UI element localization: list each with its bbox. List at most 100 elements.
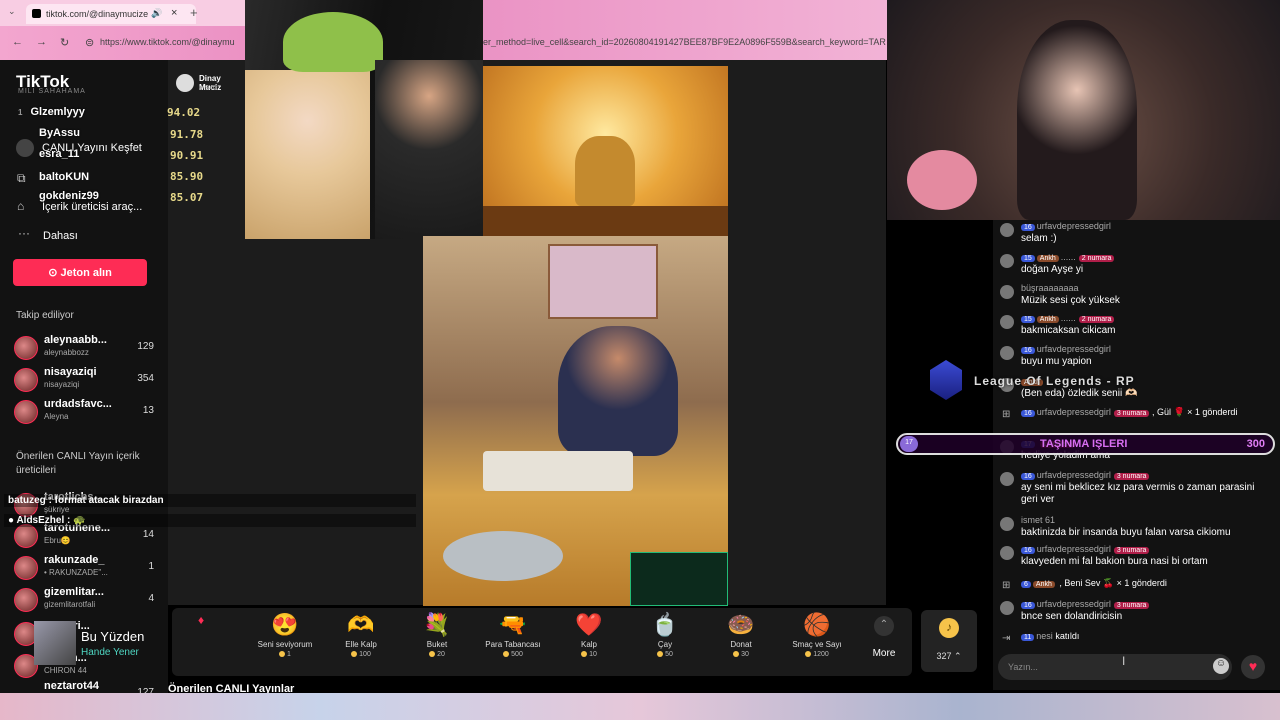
gift-icon: 🏀 [803,612,831,637]
creator-icon: ⌂ [17,199,25,213]
level-badge: 15 [1021,316,1035,323]
chat-message: 15 Ankh...... 2 numara bakmicaksan cikicam [1000,313,1260,343]
gift-icon: 🍩 [727,612,755,637]
more-gifts-button[interactable]: ⌃ More [862,616,906,659]
url-tail-text: er_method=live_cell&search_id=2026080419… [483,37,886,47]
upload-icon: ⧉ [17,171,26,185]
level-badge: 16 [1021,473,1035,480]
video-feed-room [423,236,728,606]
green-hat [283,12,383,72]
following-item[interactable]: urdadsfavc... Aleyna 13 [14,398,154,428]
avatar [1000,315,1014,329]
emoji-icon[interactable]: ☺ [1213,658,1229,674]
level-badge: 16 [1021,347,1035,354]
reload-icon[interactable]: ↻ [60,36,69,49]
gift-item[interactable]: ❤️ Kalp 10 [554,612,624,658]
overlay-chat-line: batuzeg : format atacak birazdan [4,494,416,507]
new-tab-icon[interactable]: + [190,5,198,20]
nav-upload[interactable]: baltoKUN [39,171,89,183]
avatar [1000,472,1014,486]
tiktok-favicon-icon [32,9,41,18]
following-item[interactable]: aleynaabb... aleynabbozz 129 [14,334,154,364]
chat-username: urfavdepressedgirl [1036,407,1111,417]
rank-badge: 2 numara [1078,255,1115,262]
goal-progress-bar: 17 TAŞINMA IŞLERI 300 [896,433,1275,455]
gift-item[interactable]: 😍 Seni seviyorum 1 [250,612,320,658]
join-icon: ⇥ [1002,633,1011,644]
streamer-info[interactable]: Dinay Muciz ♥ 940 [170,70,245,98]
gift-item[interactable]: 🏀 Smaç ve Sayı 1200 [782,612,852,658]
fan-badge: Ankh [1036,255,1059,262]
avatar [14,556,38,580]
chat-text: Müzik sesi çok yüksek [1021,295,1120,306]
coin-balance[interactable]: ♪ 327 ⌃ [921,610,977,672]
leaderboard-score: 91.78 [170,128,204,141]
following-item[interactable]: nisayaziqi nisayaziqi 354 [14,366,154,396]
suggested-item[interactable]: rakunzade_ • RAKUNZADE"... 1 [14,554,154,584]
rank-badge: 3 numara [1113,547,1150,554]
avatar [14,368,38,392]
person-left [245,70,370,239]
site-info-icon[interactable]: ⊜ [85,36,94,49]
chat-event-text: , Gül 🌹 × 1 gönderdi [1151,407,1238,417]
gift-icon: 🫶 [347,612,375,637]
close-icon[interactable]: × [171,7,177,19]
browser-tabbar: ⌄ tiktok.com/@dinaymucize 🔊 × + [0,0,245,26]
coin-icon [581,651,588,658]
suggested-title: Önerilen CANLI Yayın içerik üreticileri [16,451,140,476]
chat-text: baktinizda bir insanda buyu falan varsa … [1021,527,1231,538]
avatar [1000,517,1014,531]
rose-icon[interactable]: ♦ [198,613,204,627]
chat-text: klavyeden mi fal bakion bura nasi bi ort… [1021,556,1208,567]
avatar [14,336,38,360]
gift-item[interactable]: 🫶 Elle Kalp 100 [326,612,396,658]
chat-username: ...... [1060,252,1076,262]
photo-overlay [245,0,483,239]
overlay-chat-line: ● AldsEzhel : 🐢 [4,514,416,527]
gift-item[interactable]: 🍩 Donat 30 [706,612,776,658]
avatar [1000,285,1014,299]
avatar [1000,223,1014,237]
leaderboard-row: 1 Glzemlyyy [18,106,85,118]
coin-icon [805,651,812,658]
leaderboard-row: esra_11 [39,148,80,160]
leaderboard-row: ByAssu [39,127,80,139]
like-heart-button[interactable]: ♥ [1241,655,1265,679]
avatar [1000,601,1014,615]
gift-item[interactable]: 💐 Buket 20 [402,612,472,658]
leaderboard-score: 94.02 [167,106,201,119]
browser-tab[interactable]: tiktok.com/@dinaymucize 🔊 × [26,4,196,24]
gift-item[interactable]: 🔫 Para Tabancası 500 [478,612,548,658]
chat-username: urfavdepressedgirl [1036,221,1111,231]
statue [575,136,635,206]
chat-username: nesi [1036,631,1053,641]
suggested-item[interactable]: neztarot44 127 [14,680,154,694]
shelf [483,206,728,236]
chevron-down-icon[interactable]: ⌄ [8,6,16,17]
avatar [14,524,38,548]
forward-icon[interactable]: → [36,36,47,48]
leaderboard-score: 85.90 [170,170,204,183]
chat-message: 15 Ankh...... 2 numara doğan Ayşe yi [1000,252,1260,282]
plush-toy [907,150,977,210]
chat-input[interactable]: Yazın... [998,654,1232,680]
back-icon[interactable]: ← [12,36,23,48]
live-icon [16,139,34,157]
chat-username: urfavdepressedgirl [1036,544,1111,554]
level-badge: 16 [1021,547,1035,554]
person-seated [558,326,678,456]
angel-painting [548,244,658,319]
audio-icon[interactable]: 🔊 [151,8,162,19]
rank-badge: 3 numara [1113,602,1150,609]
chat-message: 16 urfavdepressedgirl 3 numara ay seni mi b… [1000,470,1260,505]
gift-icon: 😍 [271,612,299,637]
gift-icon: 🔫 [499,612,527,637]
goal-value: 300 [1246,438,1265,450]
get-coins-button[interactable]: ⊙ Jeton alın [13,259,147,286]
album-cover [34,621,76,665]
nav-creator-tools[interactable]: İçerik üreticisi araç... [42,201,142,213]
chat-message: 16 urfavdepressedgirl 3 numara bnce sen dol… [1000,599,1260,629]
gift-item[interactable]: 🍵 Çay 50 [630,612,700,658]
nav-more[interactable]: Dahası [43,230,78,242]
suggested-item[interactable]: gizemlitar... gizemlitarotfali 4 [14,586,154,616]
